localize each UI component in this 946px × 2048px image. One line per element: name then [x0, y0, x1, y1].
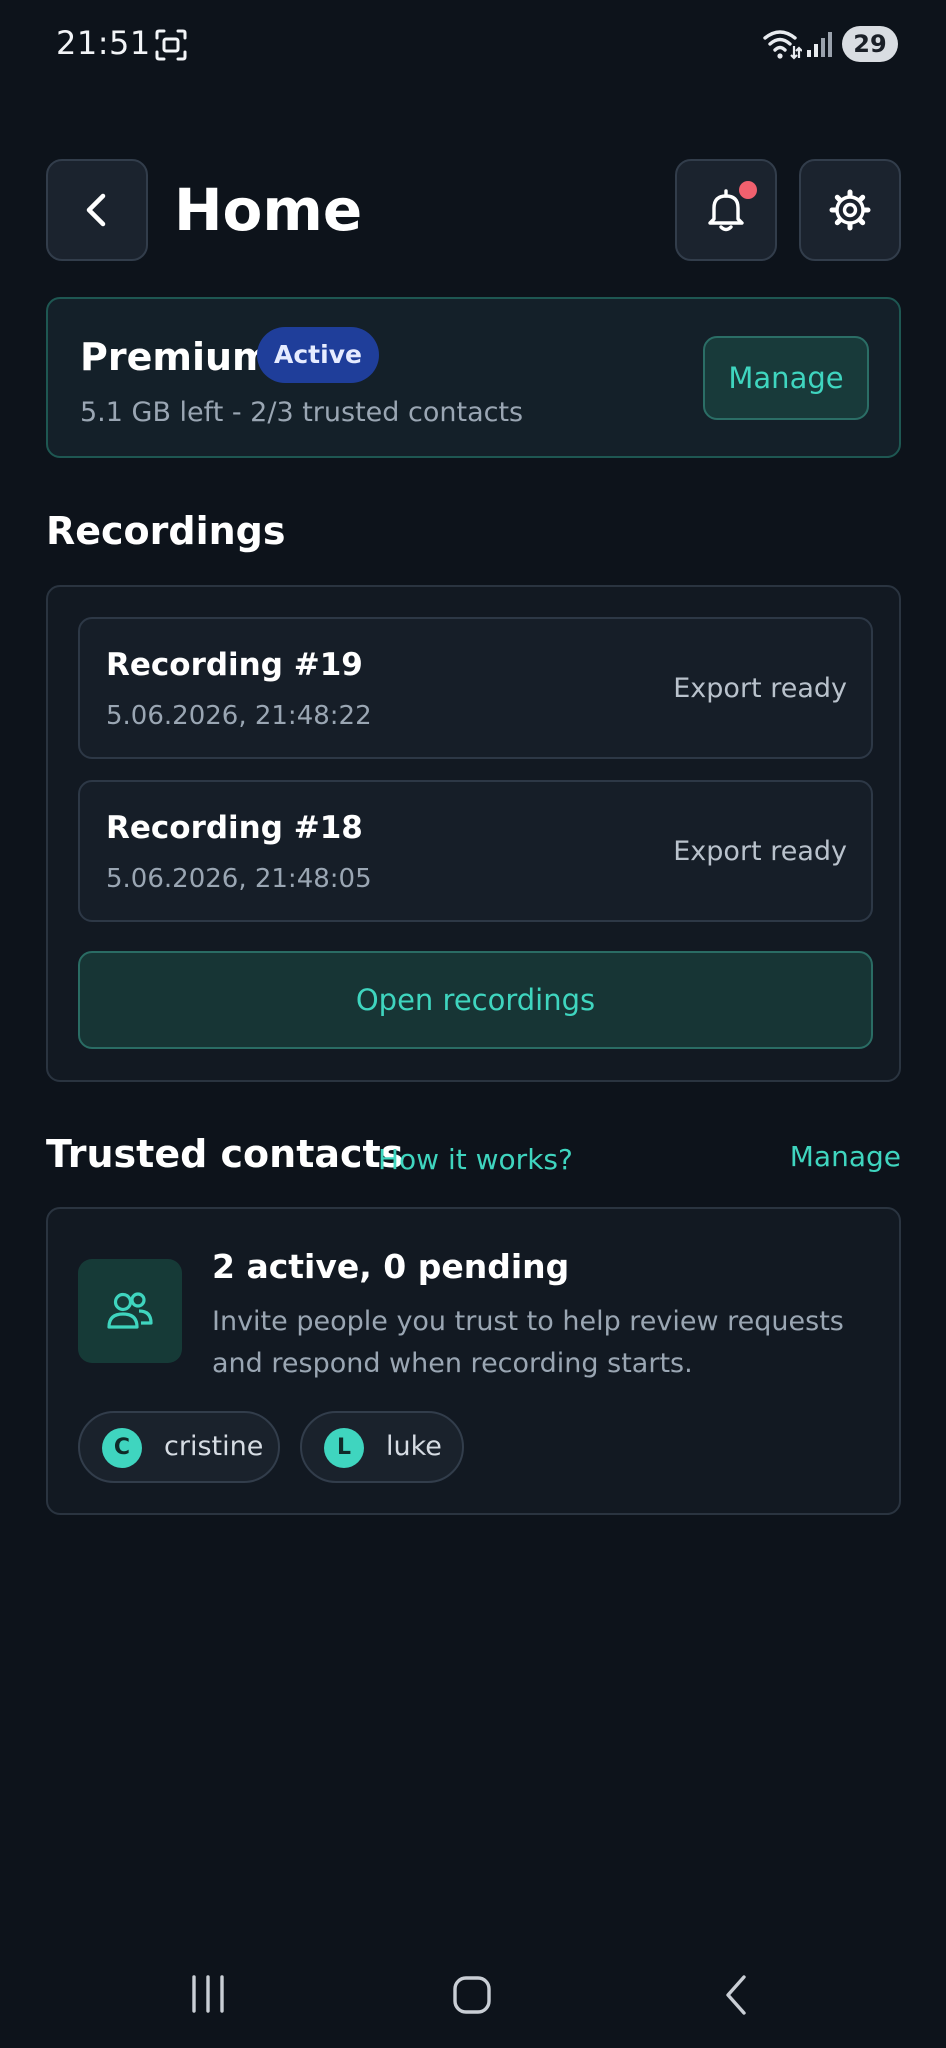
status-badge: Active	[257, 327, 379, 383]
recordings-heading: Recordings	[46, 509, 286, 553]
screenshot-icon	[155, 29, 187, 61]
battery-badge: 29	[842, 26, 898, 62]
premium-card: Premium Active 5.1 GB left - 2/3 trusted…	[46, 297, 901, 458]
notifications-button[interactable]	[675, 159, 777, 261]
settings-button[interactable]	[799, 159, 901, 261]
contacts-description: Invite people you trust to help review r…	[212, 1306, 844, 1379]
plan-name: Premium	[80, 335, 272, 379]
back-icon[interactable]	[722, 1973, 750, 2017]
recording-status: Export ready	[673, 836, 847, 867]
back-arrow-icon	[86, 193, 106, 227]
gear-icon	[829, 189, 871, 231]
notification-dot	[739, 181, 757, 199]
recording-date: 5.06.2026, 21:48:05	[106, 864, 372, 894]
trusted-contacts-heading: Trusted contacts	[46, 1132, 404, 1176]
contacts-icon-box	[78, 1259, 182, 1363]
recording-date: 5.06.2026, 21:48:22	[106, 701, 372, 731]
page-title: Home	[174, 176, 363, 244]
contact-name: luke	[386, 1431, 442, 1462]
home-icon[interactable]	[452, 1975, 492, 2015]
manage-contacts-link[interactable]: Manage	[790, 1140, 901, 1173]
avatar: L	[324, 1428, 364, 1468]
recording-item[interactable]: Recording #19 5.06.2026, 21:48:22 Export…	[78, 617, 873, 759]
recording-title: Recording #19	[106, 647, 363, 683]
open-recordings-button[interactable]: Open recordings	[78, 951, 873, 1049]
contact-chip[interactable]: C cristine	[78, 1411, 280, 1483]
how-it-works-link[interactable]: How it works?	[378, 1143, 573, 1176]
home-screen: 21:51 29 Home Premium Active 5.1 GB left…	[0, 0, 946, 2048]
contacts-summary: 2 active, 0 pending	[212, 1247, 570, 1286]
recording-item[interactable]: Recording #18 5.06.2026, 21:48:05 Export…	[78, 780, 873, 922]
wifi-icon	[763, 30, 802, 60]
manage-plan-button[interactable]: Manage	[703, 336, 869, 420]
back-button[interactable]	[46, 159, 148, 261]
plan-details: 5.1 GB left - 2/3 trusted contacts	[80, 397, 524, 428]
signal-icon	[807, 32, 832, 57]
trusted-contacts-card: 2 active, 0 pending Invite people you tr…	[46, 1207, 901, 1515]
status-time: 21:51	[56, 24, 151, 62]
people-icon	[107, 1292, 153, 1329]
recording-title: Recording #18	[106, 810, 363, 846]
recording-status: Export ready	[673, 673, 847, 704]
recordings-card: Recording #19 5.06.2026, 21:48:22 Export…	[46, 585, 901, 1082]
navigation-bar	[0, 1940, 946, 2048]
status-bar: 21:51 29	[0, 0, 946, 90]
contact-name: cristine	[164, 1431, 264, 1462]
contact-chip[interactable]: L luke	[300, 1411, 464, 1483]
recents-icon[interactable]	[188, 1975, 228, 2013]
avatar: C	[102, 1428, 142, 1468]
